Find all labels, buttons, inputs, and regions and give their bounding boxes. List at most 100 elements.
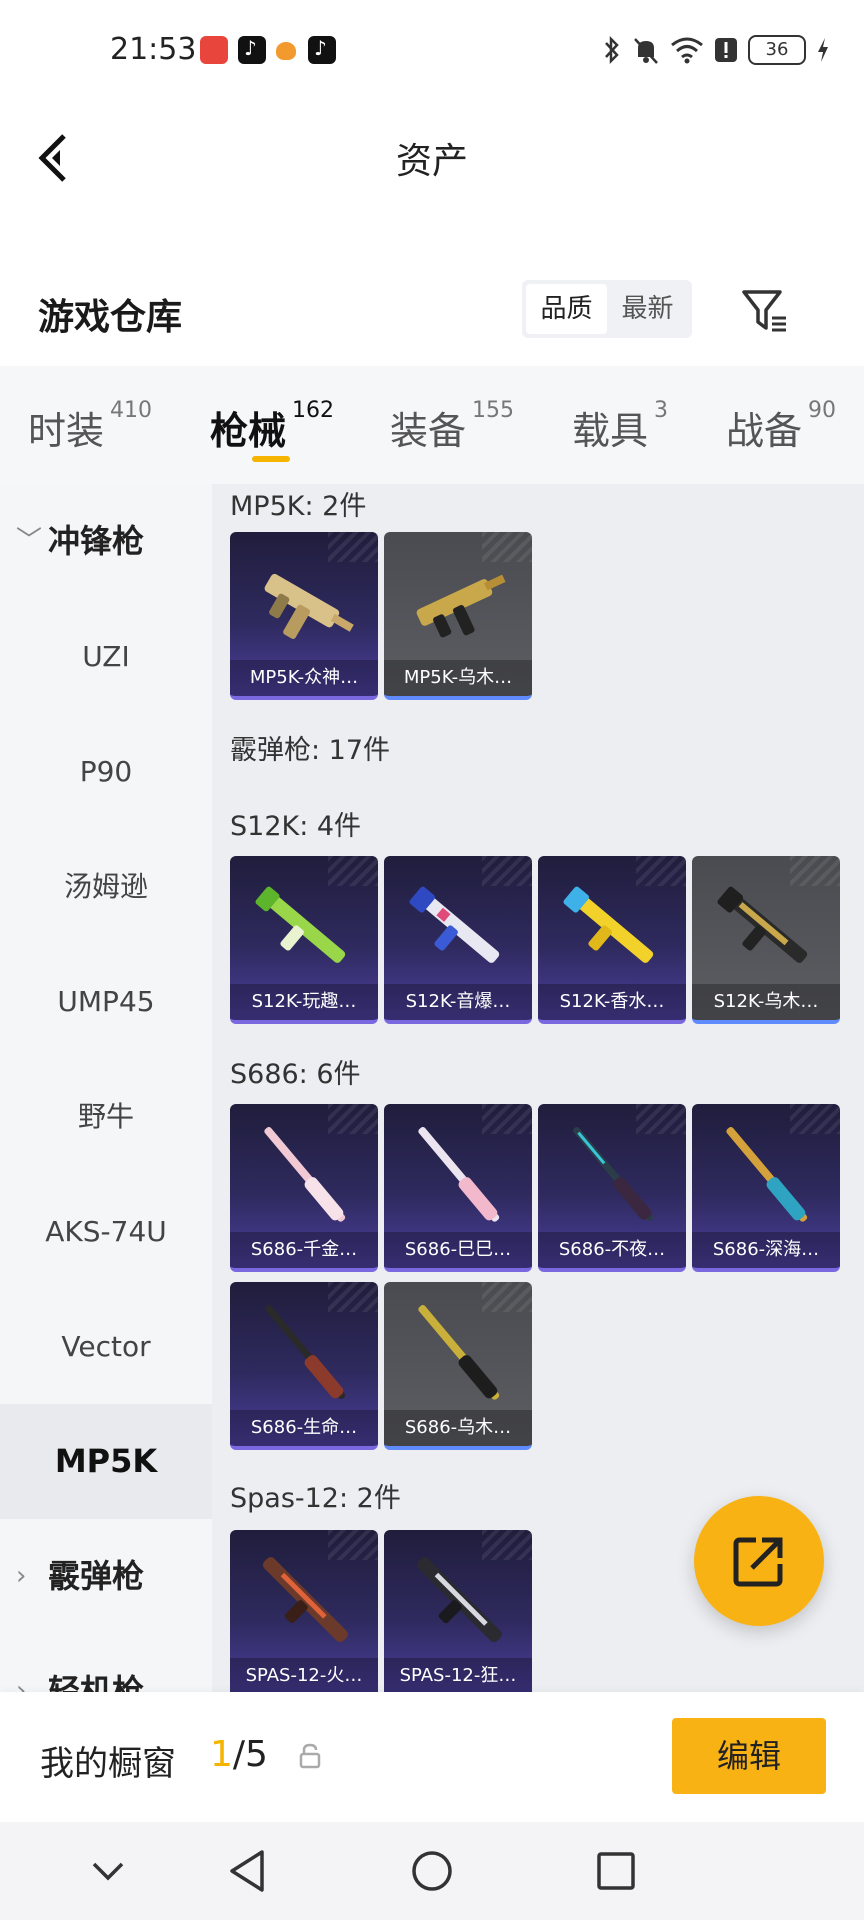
weapon-card-s12k-3[interactable]: S12K-香水… [538,856,686,1024]
category-heading: MP5K: 2件 [230,491,367,522]
weapon-image [255,886,346,963]
category-heading: S12K: 4件 [230,811,362,842]
sidebar-group-label: 轻机枪 [48,1672,145,1692]
chevron-down-icon[interactable] [88,1846,128,1896]
top-app-bar: 资产 [0,100,864,210]
weapon-card-s686-6[interactable]: S686-乌木… [384,1282,532,1450]
sidebar-group-smg[interactable]: ﹀ 冲锋枪 [0,484,212,599]
sidebar-item-mp5k[interactable]: MP5K [0,1404,212,1519]
weapon-image [262,1557,348,1643]
sidebar-item-ump45[interactable]: UMP45 [0,944,212,1059]
category-tabs: 时装 410 枪械 162 装备 155 载具 3 战备 90 [0,366,864,484]
chevron-right-icon: › [16,1676,27,1692]
battery-icon: 36 [748,35,806,65]
tab-firearms[interactable]: 枪械 162 [210,398,335,455]
chevron-down-icon: ﹀ [16,526,43,556]
page-title: 资产 [395,141,468,182]
sidebar-item-aks74u[interactable]: AKS-74U [0,1174,212,1289]
weapon-card-s686-4[interactable]: S686-深海… [692,1104,840,1272]
showcase-current: 1 [210,1734,233,1775]
weapon-image [418,1305,500,1400]
weapon-card-s12k-4[interactable]: S12K-乌木… [692,856,840,1024]
weapon-image [409,886,500,963]
status-time: 21:53 [110,32,197,67]
sidebar-group-lmg[interactable]: › 轻机枪 [0,1634,212,1692]
tab-count: 90 [808,398,837,423]
sidebar-item-thompson[interactable]: 汤姆逊 [0,829,212,944]
sidebar-item-bizon[interactable]: 野牛 [0,1059,212,1174]
weapon-image [573,1127,654,1222]
sidebar-item-vector[interactable]: Vector [0,1289,212,1404]
sort-option-newest[interactable]: 最新 [607,284,688,334]
wifi-icon [671,37,703,64]
weapon-card-spas12-2[interactable]: SPAS-12-狂… [384,1530,532,1692]
filter-icon[interactable] [738,284,792,338]
back-icon[interactable] [226,1846,270,1896]
weapon-name: MP5K-乌木… [384,660,532,696]
share-button[interactable] [694,1496,824,1626]
weapon-card-s686-5[interactable]: S686-生命… [230,1282,378,1450]
weapon-card-mp5k-2[interactable]: MP5K-乌木… [384,532,532,700]
sidebar-group-label: 霰弹枪 [48,1557,145,1595]
weapon-image [418,1127,500,1222]
tab-equipment[interactable]: 装备 155 [390,398,515,455]
home-icon[interactable] [410,1846,454,1896]
active-tab-indicator [252,456,290,462]
alert-icon [715,38,737,62]
tiktok-icon [308,36,336,64]
weapon-image [264,1127,346,1222]
weapon-card-s12k-2[interactable]: S12K-音爆… [384,856,532,1024]
weapon-card-mp5k-1[interactable]: MP5K-众神… [230,532,378,700]
showcase-total: /5 [232,1734,268,1775]
tab-count: 162 [292,398,335,423]
sidebar-group-shotgun[interactable]: › 霰弹枪 [0,1519,212,1634]
tab-label: 战备 [726,409,803,453]
weapon-name: SPAS-12-火… [230,1658,378,1692]
recents-icon[interactable] [594,1846,638,1896]
sidebar-item-p90[interactable]: P90 [0,714,212,829]
tab-count: 410 [110,398,153,423]
weapon-image [726,1127,808,1222]
weapon-image [265,1305,346,1400]
bluetooth-icon [605,35,619,65]
weapon-name: S686-生命… [230,1410,378,1446]
weapon-card-s686-3[interactable]: S686-不夜… [538,1104,686,1272]
weapon-image [416,574,506,638]
lock-icon [299,1743,321,1769]
sidebar-group-label: 冲锋枪 [48,522,145,560]
system-navigation-bar [0,1822,864,1920]
charging-icon [818,38,828,62]
huawei-app-icon [200,36,228,64]
weapon-name: S686-巳巳… [384,1232,532,1268]
weapon-name: S686-乌木… [384,1410,532,1446]
tab-count: 3 [654,398,669,423]
weapon-card-s12k-1[interactable]: S12K-玩趣… [230,856,378,1024]
weapon-name: SPAS-12-狂… [384,1658,532,1692]
weapon-name: S12K-音爆… [384,984,532,1020]
weapon-card-spas12-1[interactable]: SPAS-12-火… [230,1530,378,1692]
edit-button[interactable]: 编辑 [672,1718,826,1794]
showcase-bar: 我的橱窗 1/5 编辑 [0,1692,864,1822]
tiktok-icon [238,36,266,64]
tab-label: 枪械 [210,409,287,453]
sidebar-item-uzi[interactable]: UZI [0,599,212,714]
tab-fashion[interactable]: 时装 410 [28,398,153,455]
category-heading: Spas-12: 2件 [230,1483,401,1514]
tab-vehicles[interactable]: 载具 3 [572,398,669,455]
tab-combat-supplies[interactable]: 战备 90 [726,398,837,455]
weapon-card-s686-1[interactable]: S686-千金… [230,1104,378,1272]
weapon-name: S686-不夜… [538,1232,686,1268]
weapon-card-s686-2[interactable]: S686-巳巳… [384,1104,532,1272]
weapon-name: MP5K-众神… [230,660,378,696]
weapon-image [717,886,808,963]
system-icons: 36 [602,34,830,66]
weapon-image [563,886,654,963]
weapon-image [264,573,354,639]
sort-toggle: 品质 最新 [522,280,692,338]
sort-option-quality[interactable]: 品质 [526,284,607,334]
status-bar: 21:53 36 [0,0,864,100]
tab-count: 155 [472,398,515,423]
weapon-name: S12K-乌木… [692,984,840,1020]
category-heading: 霰弹枪: 17件 [230,735,391,766]
weapon-name: S686-千金… [230,1232,378,1268]
